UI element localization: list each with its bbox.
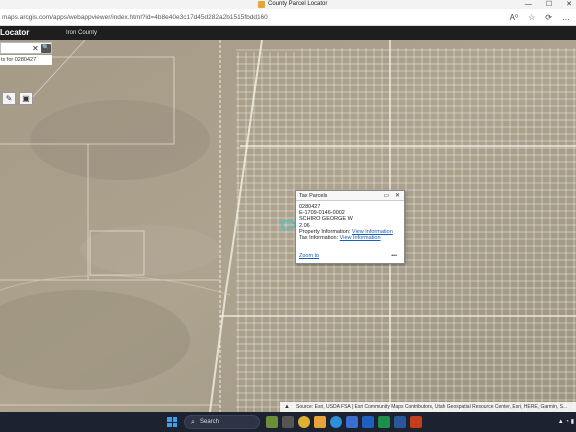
file-explorer-icon[interactable]	[314, 416, 326, 428]
close-window-button[interactable]: ✕	[566, 0, 572, 9]
tax-info-label: Tax Information:	[299, 235, 339, 242]
popup-body: 0280427 E-1709-0146-0002 SCHIRO GEORGE W…	[296, 201, 404, 241]
address-bar-icons: A⁰ ☆ ⟳ …	[510, 12, 570, 23]
app-subtitle: Iron County	[66, 30, 98, 36]
expand-attribution-icon[interactable]: ▲	[284, 402, 290, 412]
tax-info-link[interactable]: View Information	[340, 235, 381, 241]
popup-controls[interactable]: ▭ ✕	[384, 191, 402, 201]
read-aloud-icon[interactable]: A⁰	[510, 12, 519, 23]
property-info-label: Property Information:	[299, 228, 351, 235]
tab-favicon-icon	[258, 1, 265, 8]
windows-start-icon[interactable]	[167, 417, 177, 427]
more-menu-icon[interactable]: …	[562, 12, 570, 23]
measure-tool-button[interactable]: ▣	[19, 92, 33, 105]
clear-search-icon[interactable]: ✕	[32, 43, 39, 54]
map-view[interactable]	[0, 40, 576, 412]
tab-title[interactable]: County Parcel Locator	[268, 0, 327, 9]
parcel-popup[interactable]: Tax Parcels ▭ ✕ 0280427 E-1709-0146-0002…	[295, 190, 405, 264]
property-info-link[interactable]: View Information	[352, 229, 393, 235]
refresh-icon[interactable]: ⟳	[545, 12, 552, 23]
search-button[interactable]: 🔍	[41, 44, 51, 53]
search-icon: ⌕	[191, 419, 195, 426]
map-attribution: ▲ Source: Esri, USDA FSA | Esri Communit…	[280, 402, 576, 412]
tax-info-row: Tax Information: View Information	[299, 235, 401, 241]
search-result-text[interactable]: ts for 0280427	[0, 55, 52, 65]
favorite-star-icon[interactable]: ☆	[528, 12, 535, 23]
window-controls: — ☐ ✕	[525, 0, 572, 9]
attribution-text: Source: Esri, USDA FSA | Esri Community …	[296, 404, 568, 410]
word-icon[interactable]	[394, 416, 406, 428]
minimize-button[interactable]: —	[525, 0, 532, 9]
outlook-icon[interactable]	[362, 416, 374, 428]
system-tray[interactable]: ▲ ◔ ▮	[558, 416, 574, 428]
terrain-patch	[30, 100, 210, 180]
popup-header: Tax Parcels ▭ ✕	[296, 191, 404, 201]
excel-icon[interactable]	[378, 416, 390, 428]
satellite-map[interactable]	[0, 40, 576, 412]
popup-title: Tax Parcels	[299, 193, 328, 199]
terrain-patch	[80, 225, 220, 275]
popup-footer: Zoom to •••	[299, 253, 403, 260]
edge-icon[interactable]	[330, 416, 342, 428]
task-view-icon[interactable]	[282, 416, 294, 428]
draw-tool-button[interactable]: ✎	[2, 92, 16, 105]
taskbar-search-label: Search	[200, 419, 220, 425]
photos-app-icon[interactable]	[266, 416, 278, 428]
maximize-button[interactable]: ☐	[546, 0, 552, 9]
chrome-icon[interactable]	[298, 416, 310, 428]
app-title: Locator	[0, 28, 30, 37]
app-header: Locator Iron County	[0, 26, 576, 40]
zoom-to-link[interactable]: Zoom to	[299, 253, 319, 259]
address-bar: maps.arcgis.com/apps/webappviewer/index.…	[0, 9, 576, 26]
search-input[interactable]: ✕ 🔍	[0, 42, 52, 54]
store-icon[interactable]	[346, 416, 358, 428]
url-field[interactable]: maps.arcgis.com/apps/webappviewer/index.…	[2, 12, 268, 23]
more-actions-icon[interactable]: •••	[391, 253, 397, 260]
browser-titlebar: County Parcel Locator — ☐ ✕	[0, 0, 576, 9]
windows-taskbar: ⌕ Search ▲ ◔ ▮	[0, 412, 576, 432]
powerpoint-icon[interactable]	[410, 416, 422, 428]
taskbar-search[interactable]: ⌕ Search	[184, 415, 260, 429]
